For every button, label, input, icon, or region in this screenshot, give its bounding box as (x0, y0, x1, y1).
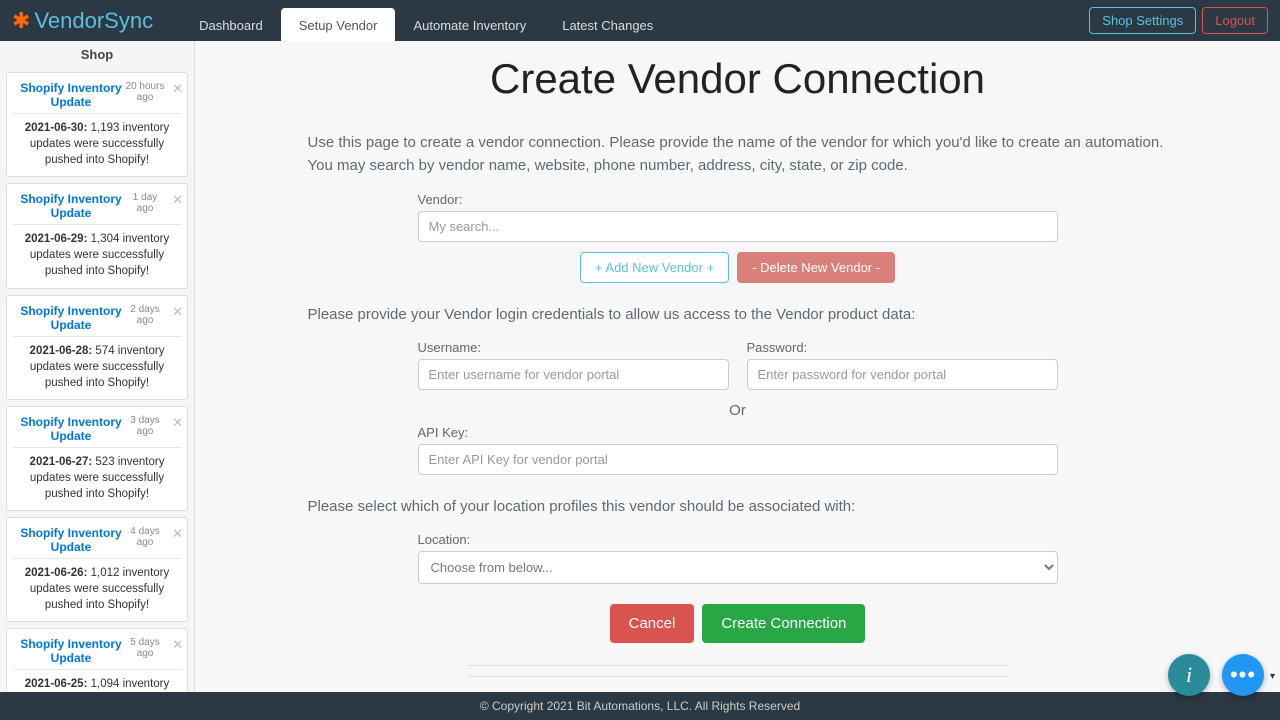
vendor-label: Vendor: (418, 192, 1058, 207)
notification-title[interactable]: Shopify Inventory Update (17, 637, 125, 665)
notification-body: 2021-06-28: 574 inventory updates were s… (13, 343, 181, 391)
logo-icon: ✱ (12, 8, 30, 34)
notification-time: 2 days ago (125, 304, 165, 326)
nav-tabs: DashboardSetup VendorAutomate InventoryL… (181, 0, 671, 41)
notification-time: 4 days ago (125, 526, 165, 548)
credentials-intro: Please provide your Vendor login credent… (308, 303, 1168, 326)
close-icon[interactable]: ✕ (172, 415, 183, 431)
password-label: Password: (747, 340, 1058, 355)
nav-tab-dashboard[interactable]: Dashboard (181, 8, 281, 41)
notification-time: 1 day ago (125, 192, 165, 214)
or-divider: Or (418, 402, 1058, 419)
notification-card: Shopify Inventory Update2 days ago ✕ 2021-… (6, 295, 188, 400)
page-title: Create Vendor Connection (235, 55, 1240, 103)
close-icon[interactable]: ✕ (172, 637, 183, 653)
intro-text: Use this page to create a vendor connect… (308, 131, 1168, 178)
notification-title[interactable]: Shopify Inventory Update (17, 526, 125, 554)
location-select[interactable]: Choose from below... (418, 551, 1058, 584)
footer-text: © Copyright 2021 Bit Automations, LLC. A… (480, 699, 800, 713)
app-name: VendorSync (34, 8, 153, 34)
info-bubble-button[interactable]: i (1168, 654, 1210, 696)
notification-title[interactable]: Shopify Inventory Update (17, 415, 125, 443)
notification-body: 2021-06-30: 1,193 inventory updates were… (13, 120, 181, 168)
close-icon[interactable]: ✕ (172, 526, 183, 542)
nav-tab-automate-inventory[interactable]: Automate Inventory (395, 8, 544, 41)
close-icon[interactable]: ✕ (172, 81, 183, 97)
chevron-down-icon: ▾ (1270, 671, 1276, 682)
notification-time: 3 days ago (125, 415, 165, 437)
notification-card: Shopify Inventory Update5 days ago ✕ 2021-… (6, 628, 188, 692)
nav-tab-setup-vendor[interactable]: Setup Vendor (281, 8, 396, 41)
topbar: ✱ VendorSync DashboardSetup VendorAutoma… (0, 0, 1280, 41)
notification-title[interactable]: Shopify Inventory Update (17, 81, 125, 109)
notification-title[interactable]: Shopify Inventory Update (17, 192, 125, 220)
logout-button[interactable]: Logout (1202, 7, 1268, 34)
sidebar-title: Shop (0, 41, 194, 66)
notification-list: Shopify Inventory Update20 hours ago✕202… (0, 66, 194, 692)
close-icon[interactable]: ✕ (172, 304, 183, 320)
api-key-label: API Key: (418, 425, 1058, 440)
footer: © Copyright 2021 Bit Automations, LLC. A… (0, 692, 1280, 720)
content-area: Create Vendor Connection Use this page t… (195, 41, 1280, 692)
notification-body: 2021-06-25: 1,094 inventory updates were… (13, 676, 181, 692)
notification-time: 5 days ago (125, 637, 165, 659)
location-intro: Please select which of your location pro… (308, 495, 1168, 518)
username-input[interactable] (418, 359, 729, 390)
divider (468, 665, 1008, 666)
location-label: Location: (418, 532, 1058, 547)
vendor-search-input[interactable] (418, 211, 1058, 242)
notification-time: 20 hours ago (125, 81, 165, 103)
notification-card: Shopify Inventory Update20 hours ago ✕ 202… (6, 72, 188, 177)
notification-body: 2021-06-29: 1,304 inventory updates were… (13, 231, 181, 279)
nav-tab-latest-changes[interactable]: Latest Changes (544, 8, 671, 41)
api-key-input[interactable] (418, 444, 1058, 475)
password-input[interactable] (747, 359, 1058, 390)
cancel-button[interactable]: Cancel (610, 604, 695, 643)
chat-bubble-button[interactable]: •••▾ (1222, 654, 1264, 696)
notification-card: Shopify Inventory Update3 days ago ✕ 2021-… (6, 406, 188, 511)
notification-body: 2021-06-27: 523 inventory updates were s… (13, 454, 181, 502)
divider (468, 676, 1008, 677)
delete-vendor-button[interactable]: - Delete New Vendor - (737, 252, 895, 283)
notification-body: 2021-06-26: 1,012 inventory updates were… (13, 565, 181, 613)
add-vendor-button[interactable]: + Add New Vendor + (580, 252, 729, 283)
notification-card: Shopify Inventory Update1 day ago ✕ 2021-0… (6, 183, 188, 288)
shop-settings-button[interactable]: Shop Settings (1089, 7, 1196, 34)
close-icon[interactable]: ✕ (172, 192, 183, 208)
app-logo: ✱ VendorSync (12, 8, 153, 34)
username-label: Username: (418, 340, 729, 355)
notification-card: Shopify Inventory Update4 days ago ✕ 2021-… (6, 517, 188, 622)
sidebar: Shop Shopify Inventory Update20 hours ag… (0, 41, 195, 692)
notification-title[interactable]: Shopify Inventory Update (17, 304, 125, 332)
create-connection-button[interactable]: Create Connection (702, 604, 865, 643)
